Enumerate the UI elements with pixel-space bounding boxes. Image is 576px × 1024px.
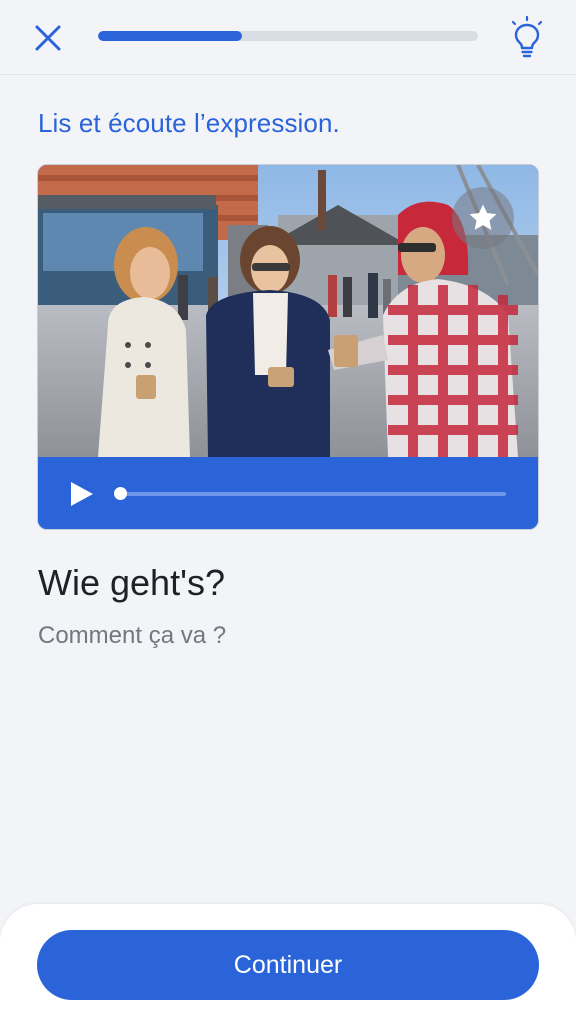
audio-seek-knob[interactable]	[114, 487, 127, 500]
hint-button[interactable]	[505, 14, 549, 60]
close-button[interactable]	[30, 20, 66, 56]
top-bar	[0, 0, 576, 75]
lesson-progress-fill	[98, 31, 243, 41]
audio-player	[38, 457, 538, 529]
play-icon	[71, 482, 93, 506]
favorite-button[interactable]	[452, 187, 514, 249]
continue-button-label: Continuer	[233, 950, 343, 979]
lesson-progress-bar	[98, 31, 478, 41]
instruction-text: Lis et écoute l’expression.	[38, 108, 340, 138]
close-icon	[35, 25, 61, 51]
audio-seek-track[interactable]	[120, 492, 506, 496]
star-icon	[469, 204, 497, 230]
translation-text: Comment ça va ?	[38, 622, 227, 649]
bottom-sheet: Continuer	[0, 904, 576, 1024]
play-button[interactable]	[66, 479, 96, 509]
media-card	[37, 164, 539, 530]
lightbulb-icon	[511, 15, 543, 58]
continue-button[interactable]: Continuer	[37, 930, 539, 1000]
phrase-text: Wie geht's?	[38, 562, 225, 603]
